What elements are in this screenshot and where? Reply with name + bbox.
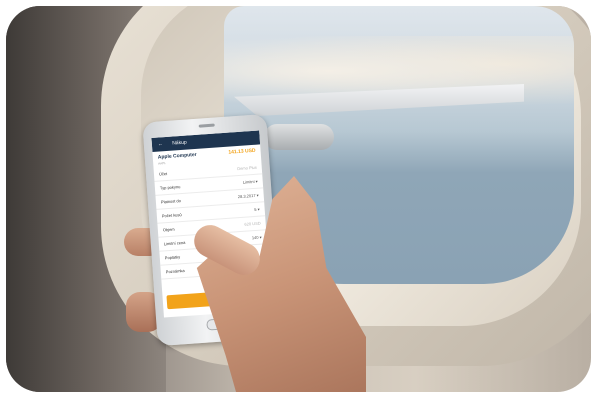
row-label: Objem	[162, 226, 175, 233]
row-value: Demo Plus	[237, 164, 257, 172]
airplane-engine	[264, 124, 334, 150]
airplane-window-photo: ← Nákup Apple Computer 141.13 USD AAPL Ú…	[6, 6, 591, 392]
row-label: Poplatky	[164, 254, 181, 261]
arrow-left-icon[interactable]: ←	[158, 141, 163, 147]
row-value[interactable]: 28.3.2017 ▾	[238, 193, 259, 199]
app-title: Nákup	[172, 139, 187, 147]
row-label: Typ pokynu	[159, 184, 181, 191]
row-label: Platnost do	[160, 198, 182, 205]
phone-speaker	[198, 123, 215, 128]
row-value[interactable]: 5 ▾	[254, 207, 260, 212]
row-label: Počet kusů	[161, 212, 182, 219]
row-label: Poznámka	[165, 268, 185, 275]
row-value: 620 USD	[244, 220, 261, 227]
row-value[interactable]: Limitní ▾	[243, 179, 258, 185]
row-value[interactable]: 140 ▾	[252, 235, 262, 241]
row-label: Účet	[158, 170, 168, 177]
row-label: Limitní cena	[163, 239, 186, 247]
